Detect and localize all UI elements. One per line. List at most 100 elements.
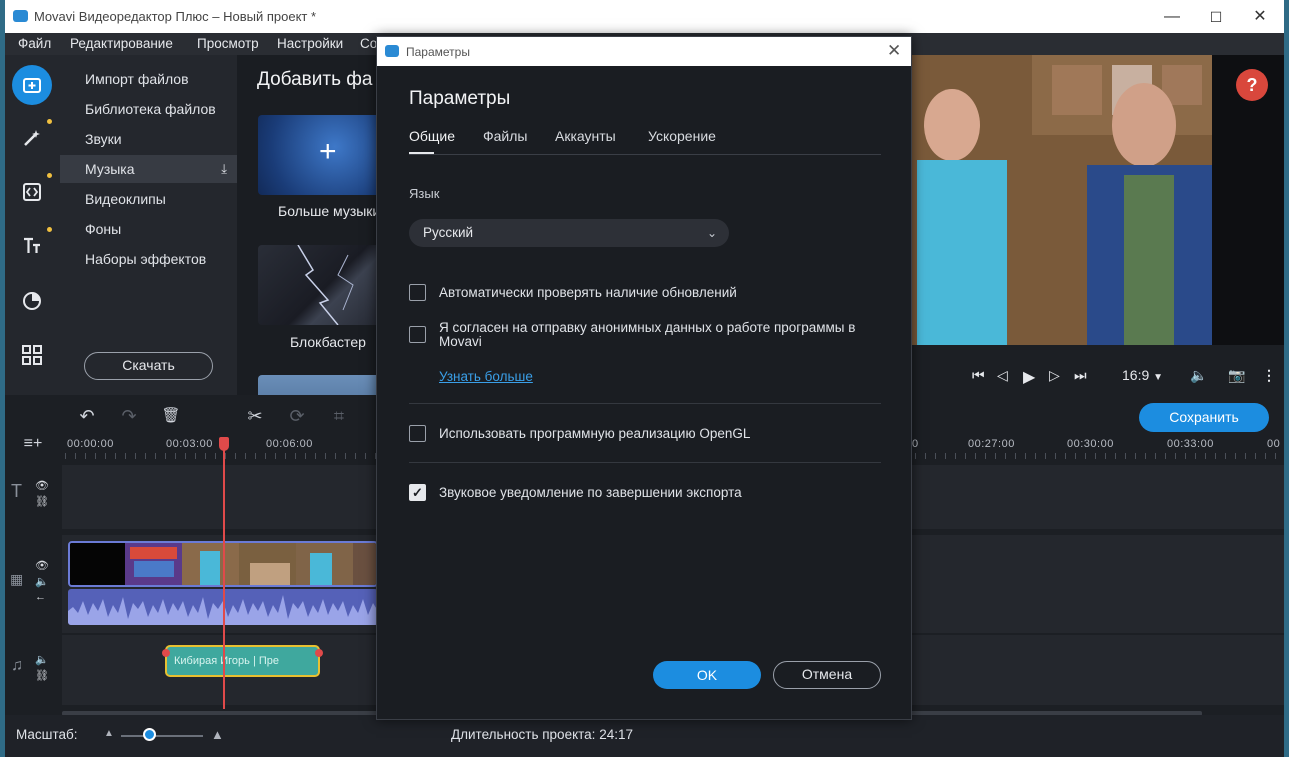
next-frame-icon[interactable]: ▷ — [1049, 367, 1060, 384]
dialog-heading: Параметры — [409, 88, 511, 109]
export-sound-label[interactable]: Звуковое уведомление по завершении экспо… — [439, 486, 879, 500]
volume-icon[interactable]: 🔈 — [35, 575, 49, 588]
language-value: Русский — [423, 225, 474, 240]
category-music[interactable]: Музыка ⤓ — [60, 155, 237, 183]
eye-icon[interactable]: 👁 — [35, 479, 49, 492]
unlink-icon[interactable]: ← — [35, 591, 46, 603]
more-options-icon[interactable]: ⋮ — [1262, 367, 1276, 384]
ruler-tick: 00:27:00 — [968, 438, 1015, 450]
magic-wand-icon[interactable] — [12, 118, 52, 158]
tab-accounts[interactable]: Аккаунты — [555, 128, 616, 144]
skip-end-icon[interactable]: ⏭ — [1074, 367, 1087, 384]
aspect-ratio-select[interactable]: 16:9 ▼ — [1122, 367, 1163, 383]
notification-dot — [47, 173, 52, 178]
menu-more[interactable]: Со — [360, 36, 377, 51]
category-sounds[interactable]: Звуки — [60, 125, 237, 153]
title-bar: Movavi Видеоредактор Плюс – Новый проект… — [5, 0, 1284, 33]
download-button[interactable]: Скачать — [84, 352, 213, 380]
zoom-out-icon[interactable]: ▲ — [104, 728, 114, 739]
skip-start-icon[interactable]: ⏮ — [972, 367, 985, 384]
aspect-ratio-value: 16:9 — [1122, 367, 1150, 383]
minimize-button[interactable]: — — [1152, 4, 1192, 30]
category-videoclips[interactable]: Видеоклипы — [60, 185, 237, 213]
zoom-slider-handle[interactable] — [143, 728, 156, 741]
category-effect-packs[interactable]: Наборы эффектов — [60, 245, 237, 273]
ruler-tick: 00 — [1267, 438, 1281, 450]
export-sound-checkbox[interactable]: ✓ — [409, 484, 426, 501]
tool-rail — [5, 55, 60, 395]
help-button[interactable]: ? — [1236, 69, 1268, 101]
language-select[interactable]: Русский ⌄ — [409, 219, 729, 247]
category-backgrounds[interactable]: Фоны — [60, 215, 237, 243]
download-arrow-icon[interactable]: ⤓ — [221, 155, 227, 183]
menu-view[interactable]: Просмотр — [197, 36, 259, 51]
tab-general[interactable]: Общие — [409, 128, 455, 144]
eye-icon[interactable]: 👁 — [35, 559, 49, 572]
titles-icon[interactable] — [12, 226, 52, 266]
delete-icon[interactable]: 🗑 — [160, 405, 182, 427]
volume-icon[interactable]: 🔈 — [1190, 367, 1207, 384]
menu-edit[interactable]: Редактирование — [70, 36, 173, 51]
playhead-handle[interactable] — [219, 437, 229, 451]
blockbuster-label: Блокбастер — [290, 334, 366, 350]
auto-update-label[interactable]: Автоматически проверять наличие обновлен… — [439, 286, 879, 300]
link-icon[interactable]: ⛓ — [35, 495, 49, 508]
settings-dialog: Параметры ✕ Параметры Общие Файлы Аккаун… — [376, 36, 912, 720]
music-clip[interactable]: Кибирая Игорь | Пре — [165, 645, 320, 677]
snapshot-icon[interactable]: 📷 — [1228, 367, 1245, 384]
app-logo-icon — [385, 45, 399, 57]
play-icon[interactable]: ▶ — [1023, 367, 1035, 387]
volume-icon[interactable]: 🔈 — [35, 653, 49, 666]
status-bar: Масштаб: ▲ ▲ Длительность проекта: 24:17 — [5, 715, 1284, 757]
preview-frame — [912, 55, 1284, 345]
chevron-down-icon: ▼ — [1153, 372, 1164, 383]
zoom-in-icon[interactable]: ▲ — [211, 727, 224, 742]
crop-icon[interactable]: ⌗ — [328, 405, 350, 427]
rotate-icon[interactable]: ⟳ — [286, 405, 308, 427]
tab-files[interactable]: Файлы — [483, 128, 527, 144]
transitions-icon[interactable] — [12, 172, 52, 212]
window-title: Movavi Видеоредактор Плюс – Новый проект… — [34, 9, 317, 24]
menu-settings[interactable]: Настройки — [277, 36, 343, 51]
tab-acceleration[interactable]: Ускорение — [648, 128, 716, 144]
maximize-button[interactable]: ☐ — [1196, 4, 1236, 30]
next-tile[interactable] — [258, 375, 382, 395]
dialog-close-icon[interactable]: ✕ — [887, 41, 901, 61]
redo-icon[interactable]: ↷ — [118, 405, 140, 427]
import-icon[interactable] — [12, 65, 52, 105]
anonymous-data-label[interactable]: Я согласен на отправку анонимных данных … — [439, 321, 879, 349]
save-button[interactable]: Сохранить — [1139, 403, 1269, 432]
add-track-icon[interactable]: ≡+ — [22, 433, 44, 455]
undo-icon[interactable]: ↶ — [76, 405, 98, 427]
zoom-slider-track[interactable] — [121, 735, 203, 737]
category-library[interactable]: Библиотека файлов — [60, 95, 237, 123]
opengl-checkbox[interactable] — [409, 425, 426, 442]
link-icon[interactable]: ⛓ — [35, 669, 49, 682]
menu-file[interactable]: Файл — [18, 36, 51, 51]
filters-icon[interactable] — [12, 281, 52, 321]
music-clip-label: Кибирая Игорь | Пре — [174, 655, 279, 667]
music-note-icon: ♫ — [11, 657, 23, 674]
auto-update-checkbox[interactable] — [409, 284, 426, 301]
ruler-tick: 00:00:00 — [67, 438, 114, 450]
learn-more-link[interactable]: Узнать больше — [439, 369, 533, 384]
video-track-icon: ▦ — [10, 571, 24, 587]
prev-frame-icon[interactable]: ◁ — [997, 367, 1008, 384]
app-logo-icon — [13, 10, 28, 22]
cancel-button[interactable]: Отмена — [773, 661, 881, 689]
clip-handle-left[interactable] — [162, 649, 170, 657]
cut-icon[interactable]: ✂ — [244, 405, 266, 427]
anonymous-data-checkbox[interactable] — [409, 326, 426, 343]
ruler-tick: 00:33:00 — [1167, 438, 1214, 450]
clip-handle-right[interactable] — [315, 649, 323, 657]
blockbuster-tile[interactable] — [258, 244, 382, 326]
ok-button[interactable]: OK — [653, 661, 761, 689]
close-button[interactable]: ✕ — [1240, 4, 1280, 30]
content-heading: Добавить фа — [257, 69, 373, 90]
category-import[interactable]: Импорт файлов — [60, 65, 237, 93]
more-tools-icon[interactable] — [12, 335, 52, 375]
more-music-tile[interactable]: + — [258, 115, 382, 195]
playhead-line[interactable] — [223, 439, 225, 709]
category-list: Импорт файлов Библиотека файлов Звуки Му… — [60, 55, 237, 395]
opengl-label[interactable]: Использовать программную реализацию Open… — [439, 427, 879, 441]
